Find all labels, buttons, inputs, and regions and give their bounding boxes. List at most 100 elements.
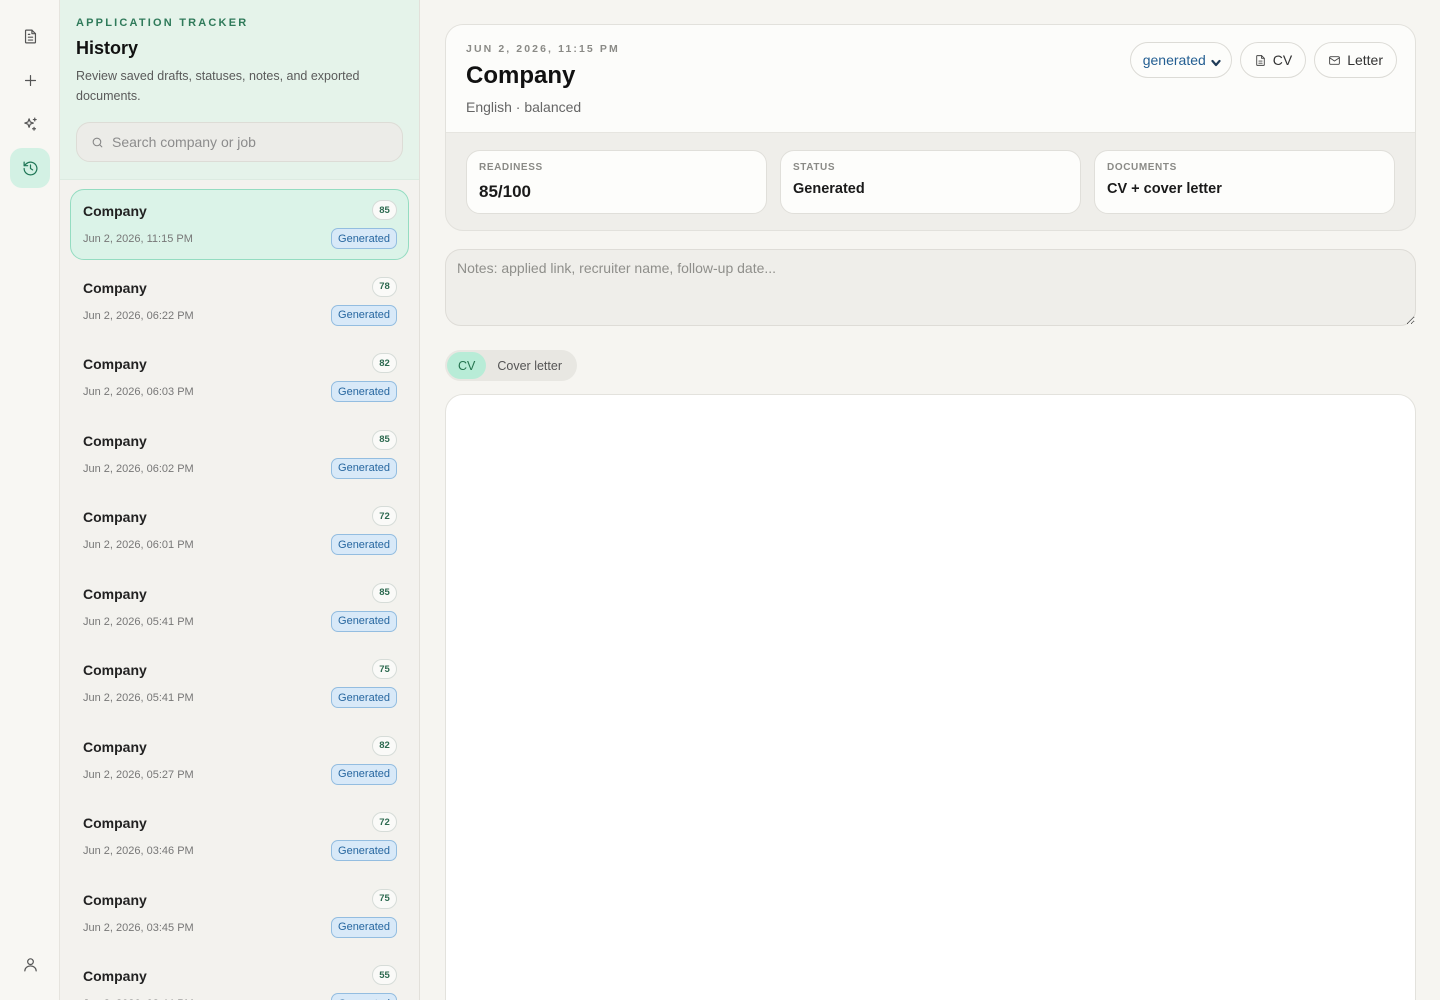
detail-view: JUN 2, 2026, 11:15 PM Company English · … (420, 0, 1440, 1000)
history-icon (23, 161, 37, 175)
cv-button-label: CV (1272, 52, 1293, 68)
status-badge: Generated (331, 687, 397, 708)
status-label: STATUS (793, 162, 836, 173)
history-header: APPLICATION TRACKER History Review saved… (60, 0, 419, 180)
panel-eyebrow: APPLICATION TRACKER (76, 17, 249, 29)
history-item[interactable]: Company Jun 2, 2026, 03:46 PM 72 Generated (70, 801, 409, 872)
document-preview (445, 394, 1416, 1000)
application-date: JUN 2, 2026, 11:15 PM (466, 43, 620, 55)
history-item-date: Jun 2, 2026, 06:02 PM (83, 462, 194, 475)
chevron-down-icon (1211, 55, 1221, 67)
user-icon (23, 957, 37, 971)
application-card: JUN 2, 2026, 11:15 PM Company English · … (445, 24, 1416, 231)
history-item-date: Jun 2, 2026, 06:22 PM (83, 309, 194, 322)
history-item-company: Company (83, 738, 147, 755)
notes-field[interactable] (445, 249, 1416, 326)
status-select-value: generated (1142, 52, 1206, 68)
history-item-company: Company (83, 356, 147, 372)
score-badge: 75 (372, 888, 397, 909)
history-item[interactable]: Company Jun 2, 2026, 05:41 PM 85 Generated (70, 572, 409, 643)
panel-description: Review saved drafts, statuses, notes, an… (76, 69, 360, 103)
rail-new-button[interactable] (10, 60, 50, 100)
score-badge: 82 (372, 353, 397, 373)
history-item-date: Jun 2, 2026, 06:03 PM (83, 386, 194, 398)
history-item[interactable]: Company Jun 2, 2026, 03:45 PM 75 Generated (70, 878, 409, 949)
documents-stat: DOCUMENTS CV + cover letter (1094, 150, 1395, 214)
history-item-company: Company (83, 968, 147, 984)
history-item-date: Jun 2, 2026, 05:41 PM (83, 692, 194, 704)
rail-profile-button[interactable] (10, 944, 50, 984)
documents-label: DOCUMENTS (1107, 162, 1177, 173)
history-item[interactable]: CompanyJun 2, 2026, 03:44 PM55Generated (70, 954, 409, 1000)
score-badge: 82 (372, 735, 397, 756)
tab-cv[interactable]: CV (447, 352, 487, 379)
application-title: Company (466, 62, 576, 89)
history-item[interactable]: Company Jun 2, 2026, 05:41 PM 75 Generated (70, 648, 409, 719)
panel-title: History (76, 38, 139, 58)
status-badge: Generated (331, 304, 397, 326)
score-badge: 78 (372, 276, 397, 297)
score-badge: 72 (372, 506, 397, 526)
card-header: JUN 2, 2026, 11:15 PM Company English · … (446, 25, 1415, 133)
history-item-date: Jun 2, 2026, 05:41 PM (83, 615, 194, 628)
history-item-company: Company (83, 585, 147, 602)
history-item[interactable]: Company Jun 2, 2026, 06:02 PM 85 Generated (70, 419, 409, 490)
readiness-value: 85/100 (479, 182, 531, 201)
status-badge: Generated (331, 534, 397, 555)
status-badge: Generated (331, 610, 397, 632)
history-item-date: Jun 2, 2026, 05:27 PM (83, 768, 194, 781)
status-badge: Generated (331, 763, 397, 785)
status-select[interactable]: generated (1129, 42, 1232, 78)
search-box[interactable] (76, 122, 403, 162)
score-badge: 55 (372, 965, 397, 985)
sparkles-icon (23, 117, 37, 131)
status-badge: Generated (331, 228, 397, 249)
history-item[interactable]: Company Jun 2, 2026, 11:15 PM 85 Generated (70, 189, 409, 260)
history-item-company: Company (83, 509, 147, 525)
stats-row: READINESS 85/100 STATUS Generated DOCUME… (466, 150, 1395, 214)
card-actions: generated CV Letter (1129, 42, 1397, 78)
readiness-label: READINESS (479, 162, 543, 173)
plus-icon (24, 74, 36, 86)
history-item[interactable]: Company Jun 2, 2026, 06:01 PM 72 Generated (70, 495, 409, 566)
app-rail (0, 0, 60, 1000)
status-value: Generated (793, 181, 865, 197)
history-item[interactable]: Company Jun 2, 2026, 06:22 PM 78 Generated (70, 266, 409, 337)
history-item-company: Company (83, 815, 147, 831)
history-item-date: Jun 2, 2026, 06:01 PM (83, 539, 194, 551)
score-badge: 75 (372, 659, 397, 679)
download-cv-button[interactable]: CV (1239, 42, 1307, 78)
rail-history-button[interactable] (10, 148, 50, 188)
score-badge: 85 (372, 582, 397, 603)
status-stat: STATUS Generated (780, 150, 1081, 214)
letter-button-label: Letter (1347, 52, 1383, 68)
history-item-company: Company (83, 891, 147, 908)
tab-cover-letter[interactable]: Cover letter (486, 352, 573, 379)
history-list: Company Jun 2, 2026, 11:15 PM 85 Generated C… (70, 189, 409, 1000)
document-tabs: CV Cover letter (445, 350, 577, 381)
documents-value: CV + cover letter (1107, 181, 1222, 197)
search-icon (92, 137, 103, 147)
status-badge: Generated (331, 381, 397, 402)
history-panel: APPLICATION TRACKER History Review saved… (60, 0, 420, 1000)
history-item-company: Company (83, 662, 147, 678)
rail-documents-button[interactable] (10, 16, 50, 56)
rail-generate-button[interactable] (10, 104, 50, 144)
history-item[interactable]: Company Jun 2, 2026, 06:03 PM 82 Generated (70, 342, 409, 413)
status-badge: Generated (331, 457, 397, 479)
score-badge: 85 (372, 200, 397, 220)
history-item-date: Jun 2, 2026, 03:45 PM (83, 921, 194, 934)
download-letter-button[interactable]: Letter (1314, 42, 1397, 78)
history-item-date: Jun 2, 2026, 11:15 PM (83, 233, 193, 245)
history-item-company: Company (83, 432, 147, 449)
history-item-date: Jun 2, 2026, 03:46 PM (83, 845, 194, 857)
search-input[interactable] (112, 134, 382, 150)
document-icon (1255, 54, 1265, 66)
document-icon (24, 29, 36, 43)
status-badge: Generated (331, 993, 397, 1000)
readiness-stat: READINESS 85/100 (466, 150, 767, 214)
history-item[interactable]: Company Jun 2, 2026, 05:27 PM 82 Generated (70, 725, 409, 796)
history-item-company: Company (83, 279, 147, 296)
mail-icon (1329, 55, 1341, 65)
status-badge: Generated (331, 840, 397, 861)
